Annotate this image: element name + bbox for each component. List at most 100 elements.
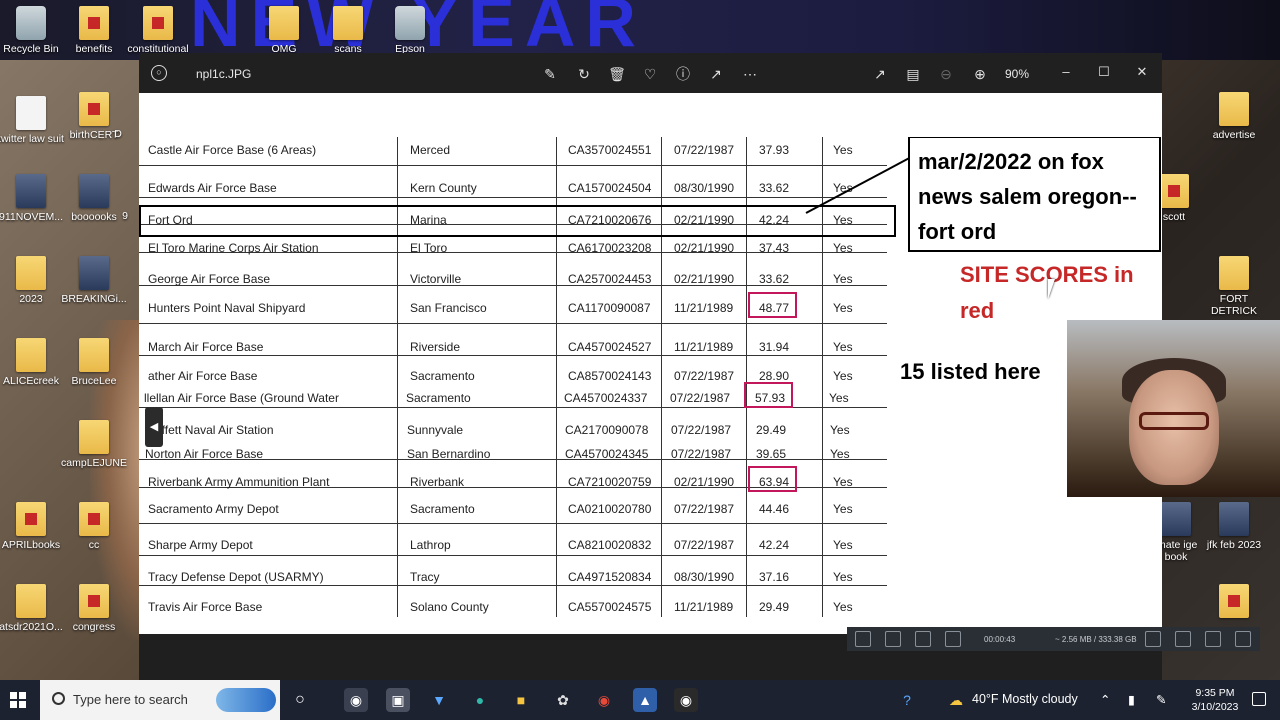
site-city: Riverside <box>410 340 461 354</box>
site-city: El Toro <box>410 241 448 255</box>
table-row: Moffett Naval Air Station Sunnyvale CA2170… <box>139 423 887 449</box>
recorder-app-icon[interactable]: ◉ <box>674 688 698 712</box>
rotate-icon[interactable]: ↻ <box>573 63 595 85</box>
maximize-button[interactable]: ☐ <box>1091 59 1117 85</box>
site-date: 02/21/1990 <box>674 241 735 255</box>
desktop-icon-d[interactable]: D <box>98 128 138 140</box>
desktop-icon-cc[interactable]: cc <box>56 502 132 551</box>
fullscreen-icon[interactable]: ↗ <box>869 63 891 85</box>
edit-icon[interactable]: ✎ <box>539 63 561 85</box>
zoom-level[interactable]: 90% <box>1005 67 1029 81</box>
site-epa-id: CA6170023208 <box>568 241 652 255</box>
site-score: 42.24 <box>759 538 790 552</box>
desktop-icon-brucelee[interactable]: BruceLee <box>56 338 132 387</box>
folder-image-icon <box>1219 502 1249 536</box>
app-icon-1[interactable]: ◉ <box>344 688 368 712</box>
desktop-icon-jfk-feb-2023[interactable]: jfk feb 2023 <box>1196 502 1272 551</box>
recycle-bin-icon <box>16 6 46 40</box>
microphone-icon[interactable]: ▮ <box>1128 692 1135 707</box>
tray-chevron-icon[interactable]: ⌃ <box>1100 692 1110 707</box>
desktop-icon-advertise[interactable]: advertise <box>1196 92 1272 141</box>
more-icon[interactable]: ⋯ <box>739 63 761 85</box>
chrome-icon[interactable]: ◉ <box>592 688 616 712</box>
desktop-icon-camplejune[interactable]: campLEJUNE <box>56 420 132 469</box>
site-name: George Air Force Base <box>148 272 271 286</box>
region-icon[interactable] <box>945 631 961 647</box>
score-highlight-box <box>748 292 797 318</box>
app-icon-6[interactable]: ✿ <box>551 688 575 712</box>
help-icon[interactable]: ? <box>895 688 919 712</box>
prev-image-button[interactable]: ◀ <box>145 407 163 447</box>
notification-icon[interactable] <box>1252 692 1266 706</box>
taskbar-clock[interactable]: 9:35 PM 3/10/2023 <box>1185 686 1245 714</box>
weather-text[interactable]: 40°F Mostly cloudy <box>972 692 1078 706</box>
site-name: Edwards Air Force Base <box>148 181 277 195</box>
info-icon[interactable]: ⓘ <box>672 63 694 85</box>
site-score: 37.16 <box>759 570 790 584</box>
table-row: Sacramento Army Depot Sacramento CA0210020… <box>139 502 887 528</box>
pause-icon[interactable] <box>855 631 871 647</box>
folder-icon <box>333 6 363 40</box>
zoom-out-icon[interactable]: ⊖ <box>935 63 957 85</box>
site-name: ather Air Force Base <box>148 369 258 383</box>
desktop-icon-fort-detrick[interactable]: FORT DETRICK <box>1196 256 1272 317</box>
folder-image-icon <box>79 174 109 208</box>
site-score: 29.49 <box>759 600 790 614</box>
screen-icon[interactable] <box>915 631 931 647</box>
site-epa-id: CA7210020759 <box>568 475 652 489</box>
table-row: Tracy Defense Depot (USARMY) Tracy CA49715… <box>139 570 887 596</box>
site-final: Yes <box>830 423 850 437</box>
share-icon[interactable]: ↗ <box>705 63 727 85</box>
taskbar-search-box[interactable]: Type here to search <box>40 680 280 720</box>
pen-tray-icon[interactable]: ✎ <box>1156 692 1166 707</box>
desktop-icon-9[interactable]: 9 <box>110 210 140 222</box>
pen-icon[interactable] <box>1205 631 1221 647</box>
site-date: 08/30/1990 <box>674 570 735 584</box>
folder-pdf-icon <box>79 584 109 618</box>
site-name: Sharpe Army Depot <box>148 538 253 552</box>
favorite-icon[interactable]: ♡ <box>639 63 661 85</box>
viewer-titlebar: ○ npl1c.JPG ✎ ↻ 🗑 ♡ ⓘ ↗ ⋯ ↗ ▤ ⊖ ⊕ 90% – … <box>139 53 1162 93</box>
photos-app-taskbar-icon[interactable]: ▲ <box>633 688 657 712</box>
search-placeholder: Type here to search <box>73 692 188 707</box>
site-score: 28.90 <box>759 369 790 383</box>
photos-viewer-window: ○ npl1c.JPG ✎ ↻ 🗑 ♡ ⓘ ↗ ⋯ ↗ ▤ ⊖ ⊕ 90% – … <box>139 53 1162 680</box>
delete-icon[interactable]: 🗑 <box>606 63 628 85</box>
desktop-icon-breakingi[interactable]: BREAKINGi... <box>56 256 132 305</box>
folder-pdf-icon <box>79 92 109 126</box>
site-name: Hunters Point Naval Shipyard <box>148 301 306 315</box>
site-date: 07/22/1987 <box>674 143 735 157</box>
site-city: Solano County <box>410 600 489 614</box>
close-button[interactable]: ✕ <box>1129 59 1155 85</box>
windows-start-icon[interactable] <box>10 692 26 708</box>
clock-time: 9:35 PM <box>1195 687 1235 699</box>
site-epa-id: CA1570024504 <box>568 181 652 195</box>
site-city: Riverbank <box>410 475 465 489</box>
filmstrip-icon[interactable]: ▤ <box>902 63 924 85</box>
site-name: Riverbank Army Ammunition Plant <box>148 475 330 489</box>
audio-icon[interactable] <box>1235 631 1251 647</box>
minimize-button[interactable]: – <box>1053 59 1079 85</box>
cortana-icon[interactable]: ○ <box>288 688 312 712</box>
edge-icon[interactable]: ● <box>468 688 492 712</box>
site-name: Castle Air Force Base (6 Areas) <box>148 143 317 157</box>
desktop-icon-congress[interactable]: congress <box>56 584 132 633</box>
desktop-icon-constitutional[interactable]: constitutional <box>120 6 196 55</box>
folder-icon <box>16 256 46 290</box>
site-score: 37.43 <box>759 241 790 255</box>
timer-icon[interactable] <box>1175 631 1191 647</box>
note-line-3: fort ord <box>918 219 997 244</box>
table-row: Travis Air Force Base Solano County CA5570… <box>139 600 887 626</box>
desktop-icon-epson[interactable]: Epson <box>372 6 448 55</box>
app-icon-3[interactable]: ▼ <box>427 688 451 712</box>
camera-icon[interactable] <box>1145 631 1161 647</box>
camera-app-icon[interactable]: ▣ <box>386 688 410 712</box>
file-explorer-icon[interactable]: ■ <box>509 688 533 712</box>
desktop-icon-pdf-folder[interactable] <box>1196 584 1272 621</box>
webcam-overlay <box>1067 320 1280 497</box>
site-score: 33.62 <box>759 272 790 286</box>
site-score: 29.49 <box>756 423 787 437</box>
zoom-in-icon[interactable]: ⊕ <box>969 63 991 85</box>
score-highlight-box <box>744 382 793 408</box>
stop-icon[interactable] <box>885 631 901 647</box>
